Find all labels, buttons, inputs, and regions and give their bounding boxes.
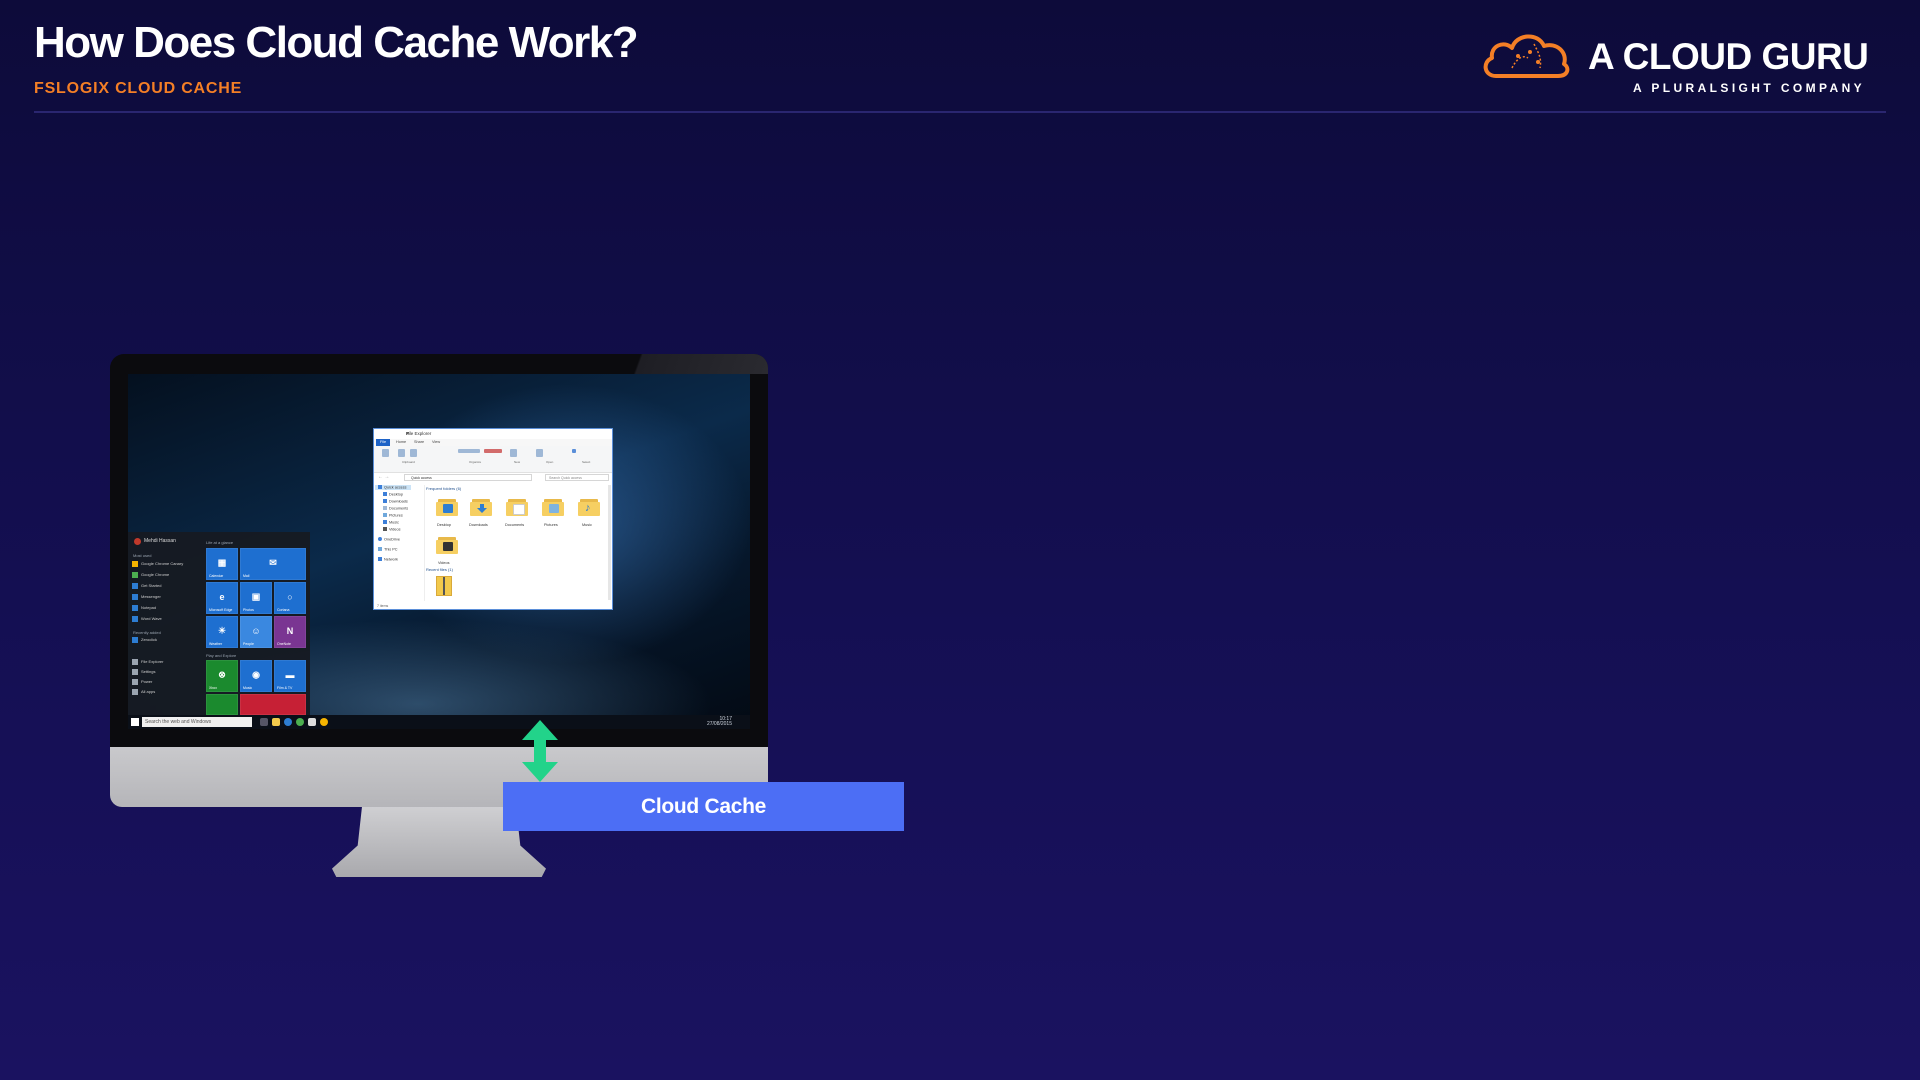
file-explorer-taskbar-icon[interactable] <box>272 718 280 726</box>
start-item-settings[interactable]: Settings <box>132 668 188 676</box>
tile-edge[interactable]: e Microsoft Edge <box>206 582 238 614</box>
ribbon: Clipboard Organize New Open Select <box>374 446 612 473</box>
move-to-icon[interactable] <box>458 449 480 453</box>
logo-wordmark: A CLOUD GURU <box>1588 36 1869 77</box>
ribbon-tabs: File Home Share View <box>374 439 612 446</box>
frequent-folders-heading: Frequent folders (6) <box>426 486 462 491</box>
canary-taskbar-icon[interactable] <box>320 718 328 726</box>
play-and-explore-heading: Play and Explore <box>206 653 237 658</box>
nav-documents[interactable]: Documents <box>383 506 408 511</box>
double-vertical-arrow-icon <box>522 720 558 782</box>
copy-icon[interactable] <box>398 449 405 457</box>
tile-weather[interactable]: ☀ Weather <box>206 616 238 648</box>
recent-file-zip-icon[interactable] <box>436 576 452 596</box>
explorer-search-input[interactable]: Search Quick access <box>545 474 609 481</box>
tile-people[interactable]: ☺ People <box>240 616 272 648</box>
tile-photos[interactable]: ▣ Photos <box>240 582 272 614</box>
nav-pictures[interactable]: Pictures <box>383 513 403 518</box>
start-item[interactable]: Notepad <box>132 604 188 612</box>
cloud-logo-icon <box>1483 34 1570 78</box>
nav-quick-access[interactable]: Quick access <box>375 485 411 490</box>
nav-downloads[interactable]: Downloads <box>383 499 408 504</box>
tile-film-tv[interactable]: ▬ Film & TV <box>274 660 306 692</box>
nav-network[interactable]: Network <box>378 557 398 562</box>
folder-pictures[interactable] <box>542 497 564 517</box>
close-icon[interactable]: ✕ <box>406 431 608 437</box>
file-explorer-window: File Explorer – □ ✕ File Home Share View <box>373 428 613 610</box>
header-divider <box>34 111 1886 113</box>
most-used-heading: Most used <box>133 553 152 558</box>
brand-logo: A CLOUD GURU A PLURALSIGHT COMPANY <box>1478 24 1898 95</box>
paste-icon[interactable] <box>410 449 417 457</box>
start-item-all-apps[interactable]: All apps <box>132 688 188 696</box>
tab-view[interactable]: View <box>432 440 440 444</box>
back-arrow-icon[interactable]: ← → <box>378 474 389 480</box>
folder-documents[interactable] <box>506 497 528 517</box>
navigation-pane: Quick access Desktop Downloads Documents… <box>374 485 425 601</box>
tile-cortana[interactable]: ○ Cortana <box>274 582 306 614</box>
explorer-scrollbar[interactable] <box>608 485 611 600</box>
taskbar-clock[interactable]: 10:17 27/08/2015 <box>707 717 732 727</box>
address-path[interactable]: Quick access <box>404 474 532 481</box>
cloud-cache-label: Cloud Cache <box>503 782 904 831</box>
new-folder-icon[interactable] <box>510 449 517 457</box>
start-item[interactable]: Messenger <box>132 593 188 601</box>
recently-added-heading: Recently added <box>133 630 161 635</box>
slide-subtitle: FSLOGIX CLOUD CACHE <box>34 80 243 97</box>
logo-tagline: A PLURALSIGHT COMPANY <box>1633 81 1866 95</box>
start-item[interactable]: Zeroclick <box>132 636 188 644</box>
tile-mail[interactable]: ✉ Mail <box>240 548 306 580</box>
windows-taskbar: Search the web and Windows 10:17 27/08/2… <box>128 715 750 729</box>
tile-money[interactable] <box>206 694 238 715</box>
folder-downloads[interactable] <box>470 497 492 517</box>
slide-title: How Does Cloud Cache Work? <box>34 18 639 67</box>
address-bar: ← → Quick access Search Quick access <box>374 474 612 482</box>
start-menu: Mehdi Hassan Most used Google Chrome Can… <box>128 532 310 715</box>
select-all-icon[interactable] <box>572 449 576 453</box>
edge-taskbar-icon[interactable] <box>284 718 292 726</box>
nav-videos[interactable]: Videos <box>383 527 401 532</box>
task-view-icon[interactable] <box>260 718 268 726</box>
pin-icon[interactable] <box>382 449 389 457</box>
start-item[interactable]: Get Started <box>132 582 188 590</box>
folder-music[interactable]: ♪ <box>578 497 600 517</box>
tab-file[interactable]: File <box>376 439 390 446</box>
nav-music[interactable]: Music <box>383 520 399 525</box>
desktop-monitor: Mehdi Hassan Most used Google Chrome Can… <box>110 354 768 877</box>
nav-onedrive[interactable]: OneDrive <box>378 537 400 542</box>
start-item[interactable]: Google Chrome <box>132 571 188 579</box>
taskbar-search-input[interactable]: Search the web and Windows <box>142 717 252 727</box>
chrome-taskbar-icon[interactable] <box>296 718 304 726</box>
start-item-file-explorer[interactable]: File Explorer <box>132 658 188 666</box>
start-item[interactable]: Google Chrome Canary <box>132 560 188 568</box>
monitor-screen: Mehdi Hassan Most used Google Chrome Can… <box>128 374 750 729</box>
tile-onenote[interactable]: N OneNote <box>274 616 306 648</box>
recent-files-heading: Recent files (1) <box>426 567 453 572</box>
store-taskbar-icon[interactable] <box>308 718 316 726</box>
tile-news[interactable] <box>240 694 306 715</box>
monitor-bezel: Mehdi Hassan Most used Google Chrome Can… <box>110 354 768 747</box>
tab-share[interactable]: Share <box>414 440 424 444</box>
user-avatar <box>134 538 141 545</box>
properties-icon[interactable] <box>536 449 543 457</box>
folder-videos[interactable] <box>436 535 458 555</box>
nav-this-pc[interactable]: This PC <box>378 547 398 552</box>
tile-calendar[interactable]: ▦ Calendar <box>206 548 238 580</box>
nav-desktop[interactable]: Desktop <box>383 492 403 497</box>
start-item[interactable]: Word Wave <box>132 615 188 623</box>
windows-start-icon[interactable] <box>131 718 139 726</box>
folder-desktop[interactable] <box>436 497 458 517</box>
tile-music[interactable]: ◉ Music <box>240 660 272 692</box>
start-item-power[interactable]: Power <box>132 678 188 686</box>
explorer-status: 7 items <box>377 604 389 608</box>
tab-home[interactable]: Home <box>396 440 406 444</box>
life-at-a-glance-heading: Life at a glance <box>206 540 234 545</box>
tile-xbox[interactable]: ⊗ Xbox <box>206 660 238 692</box>
delete-icon[interactable] <box>484 449 502 453</box>
